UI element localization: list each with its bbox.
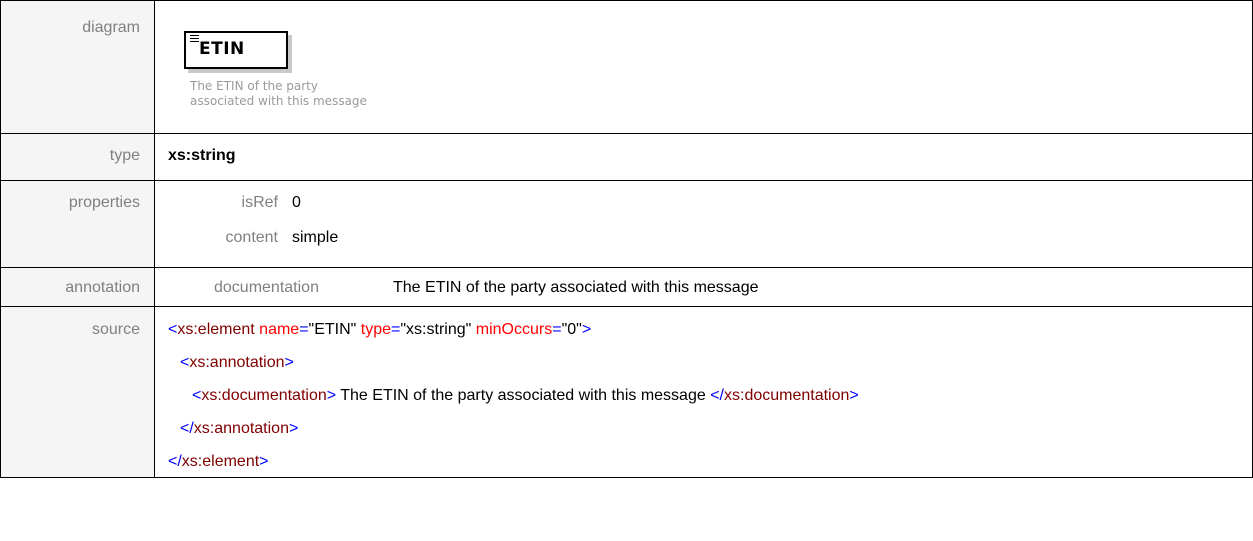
source-line-4: </xs:annotation> <box>180 420 299 437</box>
properties-label-cell: properties <box>0 180 155 268</box>
diagram-label-cell: diagram <box>0 0 155 134</box>
annotation-cell: documentation The ETIN of the party asso… <box>154 267 1253 307</box>
type-label-cell: type <box>0 133 155 181</box>
type-value[interactable]: xs:string <box>168 134 1252 165</box>
type-label: type <box>109 147 140 164</box>
diagram-label: diagram <box>82 19 140 36</box>
properties-list: isRef 0 content simple <box>168 181 1252 267</box>
source-cell: <xs:element name="ETIN" type="xs:string"… <box>154 306 1253 478</box>
annotation-label-cell: annotation <box>0 267 155 307</box>
element-box-name: ETIN <box>199 39 245 59</box>
source-line-5: </xs:element> <box>168 453 269 470</box>
annotation-doc-label: documentation <box>214 279 319 296</box>
annotation-documentation: documentation The ETIN of the party asso… <box>168 268 1252 306</box>
source-line-3: <xs:documentation> The ETIN of the party… <box>192 387 859 404</box>
annotation-label: annotation <box>65 279 140 296</box>
properties-label: properties <box>68 194 140 211</box>
schema-element-doc-table: diagram ETIN The ETIN of the party assoc… <box>0 0 1253 478</box>
source-code: <xs:element name="ETIN" type="xs:string"… <box>168 307 1252 477</box>
type-cell: xs:string <box>154 133 1253 181</box>
diagram-cell: ETIN The ETIN of the party associated wi… <box>154 0 1253 134</box>
properties-row: properties isRef 0 content simple <box>0 180 1253 268</box>
source-label: source <box>91 321 140 338</box>
source-row: source <xs:element name="ETIN" type="xs:… <box>0 306 1253 478</box>
source-line-2: <xs:annotation> <box>180 354 294 371</box>
property-isref-label: isRef <box>241 194 278 211</box>
property-content-label: content <box>225 229 278 246</box>
source-line-1: <xs:element name="ETIN" type="xs:string"… <box>168 321 592 338</box>
type-row: type xs:string <box>0 133 1253 181</box>
annotation-row: annotation documentation The ETIN of the… <box>0 267 1253 307</box>
element-content-icon <box>190 35 199 44</box>
property-isref-value: 0 <box>292 194 301 211</box>
element-box[interactable]: ETIN <box>184 31 288 69</box>
annotation-doc-value: The ETIN of the party associated with th… <box>393 279 759 296</box>
element-doc-line-1: The ETIN of the party <box>190 79 318 93</box>
source-label-cell: source <box>0 306 155 478</box>
properties-cell: isRef 0 content simple <box>154 180 1253 268</box>
property-content-value: simple <box>292 229 339 246</box>
diagram-row: diagram ETIN The ETIN of the party assoc… <box>0 0 1253 134</box>
element-box-documentation: The ETIN of the party associated with th… <box>190 79 367 109</box>
element-diagram: ETIN The ETIN of the party associated wi… <box>168 1 1252 133</box>
element-doc-line-2: associated with this message <box>190 94 367 108</box>
